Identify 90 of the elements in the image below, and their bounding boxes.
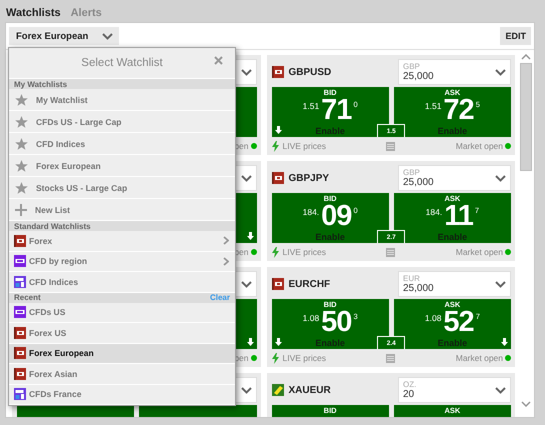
market-status: Market open [456, 353, 503, 363]
quantity-field[interactable]: GBP 25,000 [398, 165, 511, 191]
watchlist-item[interactable]: CFD Indices [9, 272, 235, 292]
chevron-down-icon [102, 32, 114, 40]
price-prefix: 1.51 [302, 101, 320, 111]
watchlist-item[interactable]: Forex Asian [9, 364, 235, 384]
lightning-icon [272, 352, 278, 364]
table-icon[interactable] [386, 248, 396, 256]
scrollbar-thumb[interactable] [520, 63, 532, 171]
chevron-down-icon [240, 174, 252, 182]
table-icon[interactable] [386, 354, 396, 362]
watchlist-item[interactable]: CFD Indices [9, 133, 235, 155]
watchlist-item[interactable]: CFDs France [9, 384, 235, 405]
quantity-field[interactable]: EUR 25,000 [398, 271, 511, 297]
enable-label: Enable [438, 232, 468, 242]
watchlist-item[interactable]: Forex European [9, 344, 235, 364]
watchlist-item[interactable]: CFD by region [9, 252, 235, 272]
price-prefix: 184. [426, 207, 442, 217]
star-icon [15, 182, 28, 194]
price-prefix: 1.08 [302, 313, 320, 323]
watchlist-dropdown[interactable]: Forex European [9, 27, 120, 45]
chevron-down-icon [240, 280, 252, 288]
watchlist-item[interactable]: New List [9, 199, 235, 221]
live-prices-label: LIVE prices [282, 141, 326, 151]
lightning-icon [272, 140, 278, 152]
section-title: Recent [14, 293, 41, 302]
section-title: Standard Watchlists [14, 222, 91, 230]
watchlist-item[interactable]: Stocks US - Large Cap [9, 177, 235, 199]
chevron-down-icon [495, 280, 506, 288]
scroll-up-icon[interactable] [521, 54, 531, 60]
section-title: My Watchlists [14, 80, 68, 88]
chevron-down-icon [495, 68, 506, 76]
star-icon [15, 94, 28, 106]
chevron-down-icon [240, 68, 252, 76]
enable-label: Enable [315, 232, 345, 242]
watchlist-item[interactable]: Forex US [9, 323, 235, 344]
watchlist-item[interactable]: CFDs US - Large Cap [9, 111, 235, 133]
watchlist-item[interactable]: My Watchlist [9, 89, 235, 111]
table-icon[interactable] [386, 142, 396, 150]
close-icon[interactable] [214, 56, 223, 65]
fx-icon [272, 66, 284, 78]
watchlist-item[interactable]: CFDs US [9, 302, 235, 323]
price-big-figure: 52 [443, 308, 474, 336]
watchlist-item[interactable]: Forex European [9, 155, 235, 177]
cfd-index-icon [14, 276, 26, 288]
star-icon [15, 160, 28, 172]
instrument-symbol: EURCHF [288, 278, 330, 290]
enable-label: Enable [315, 338, 345, 348]
live-prices-label: LIVE prices [282, 247, 326, 257]
tab[interactable]: Watchlists [6, 6, 61, 18]
enable-label: Enable [438, 338, 468, 348]
instrument-symbol: GBPUSD [288, 66, 332, 78]
price-big-figure: 09 [321, 202, 352, 230]
quantity-field[interactable]: GBP 25,000 [398, 59, 511, 85]
plus-icon [15, 204, 27, 216]
fx-icon [14, 347, 26, 360]
price-big-figure: 50 [321, 308, 352, 336]
quantity-field[interactable]: OZ. 20 [398, 377, 511, 403]
enable-label: Enable [438, 126, 468, 136]
scroll-down-icon[interactable] [521, 401, 531, 407]
price-big-figure: 71 [321, 96, 352, 124]
cfd-index-icon [14, 388, 26, 400]
cfd-icon [14, 306, 26, 318]
price-prefix: 184. [302, 207, 320, 217]
cfd-icon [14, 255, 26, 268]
price-prefix: 1.08 [424, 313, 442, 323]
star-icon [15, 116, 28, 128]
star-icon [15, 138, 28, 150]
instrument-symbol: GBPJPY [288, 172, 330, 184]
live-prices-label: LIVE prices [282, 353, 326, 363]
chevron-down-icon [495, 386, 506, 394]
ingot-icon [272, 384, 284, 396]
chevron-down-icon [240, 386, 252, 394]
chevron-down-icon [495, 174, 506, 182]
price-big-figure: 72 [443, 96, 474, 124]
market-status: Market open [456, 247, 503, 257]
fx-icon [14, 234, 26, 247]
fx-icon [272, 278, 284, 290]
fx-icon [14, 326, 26, 339]
fx-icon [272, 172, 284, 184]
edit-button[interactable]: EDIT [500, 27, 531, 45]
instrument-symbol: XAUEUR [288, 384, 331, 396]
lightning-icon [272, 246, 278, 258]
enable-label: Enable [315, 126, 345, 136]
price-big-figure: 11 [444, 202, 473, 230]
watchlist-item[interactable]: Forex [9, 231, 235, 252]
price-prefix: 1.51 [424, 101, 442, 111]
market-status: Market open [456, 141, 503, 151]
popup-title: Select Watchlist [81, 57, 163, 69]
fx-icon [14, 368, 26, 380]
